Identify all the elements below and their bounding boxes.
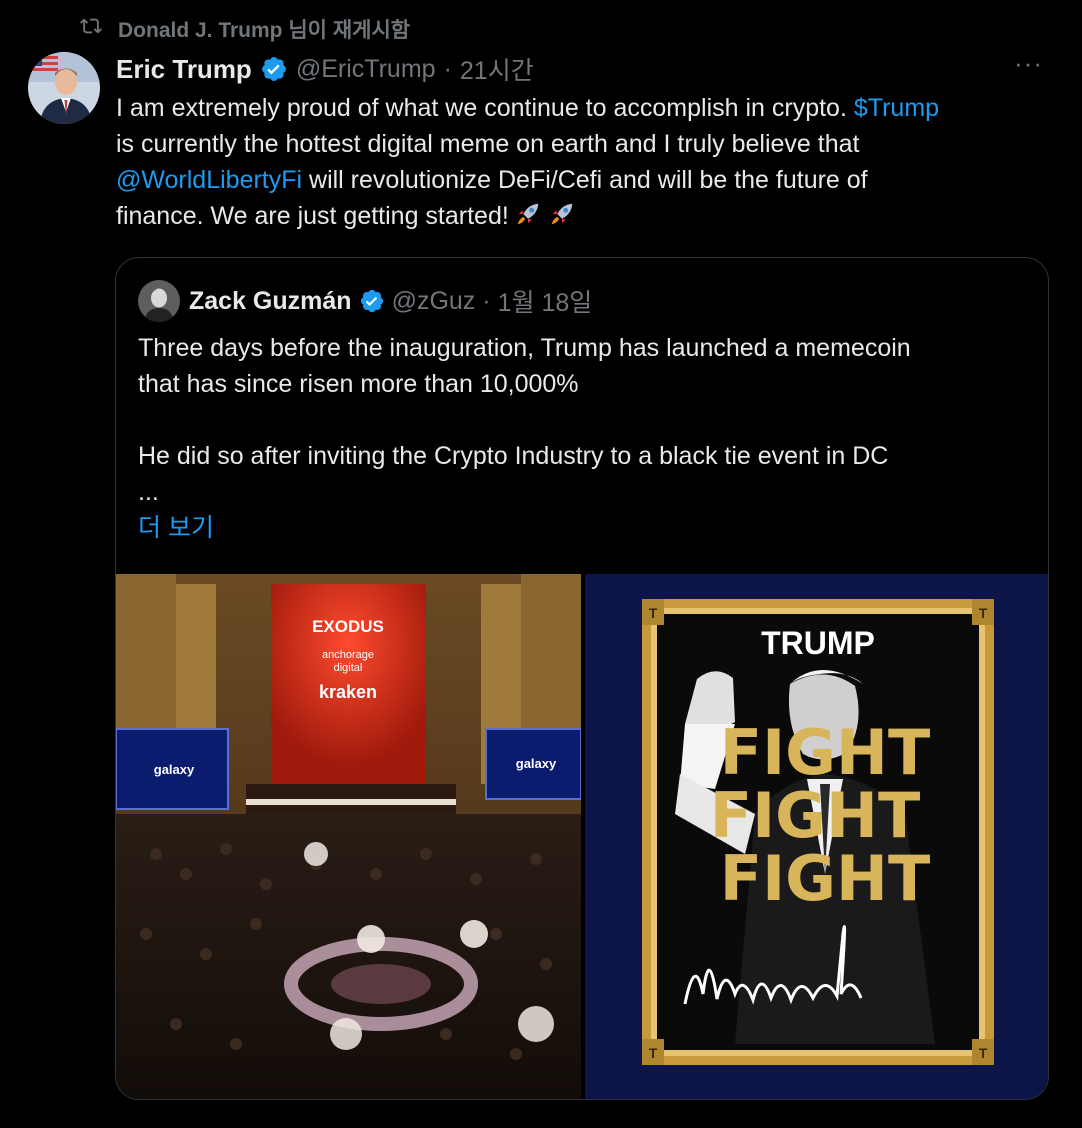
- banner-anchorage: anchorage: [322, 649, 374, 661]
- author-handle[interactable]: @EricTrump: [296, 55, 436, 84]
- rocket-emoji-icon: [513, 199, 543, 229]
- banner-exodus: EXODUS: [312, 617, 384, 636]
- more-options-icon[interactable]: ···: [1014, 50, 1046, 86]
- trump-poster[interactable]: T T T T TRUMP FIGHT FIGHT FIGHT: [585, 574, 1048, 1099]
- quote-line: [138, 402, 1018, 438]
- quote-line: that has since risen more than 10,000%: [138, 370, 579, 398]
- quoted-tweet[interactable]: Zack Guzmán @zGuz · 1월 18일 Three days be…: [115, 257, 1049, 1100]
- verified-badge-icon: [359, 288, 385, 314]
- frame-letter: T: [979, 605, 988, 621]
- quote-header: Zack Guzmán @zGuz · 1월 18일: [189, 284, 592, 318]
- tweet-line: I am extremely proud of what we continue…: [116, 94, 940, 122]
- rocket-emoji-icon: [547, 199, 577, 229]
- repost-indicator[interactable]: Donald J. Trump 님이 재게시함: [80, 14, 410, 44]
- quote-author-avatar[interactable]: [138, 280, 180, 322]
- quote-line: Three days before the inauguration, Trum…: [138, 334, 911, 362]
- quote-media: EXODUS anchorage digital kraken galaxy g…: [116, 574, 1048, 1099]
- author-name[interactable]: Eric Trump: [116, 54, 252, 85]
- screen-galaxy-right: galaxy: [516, 756, 557, 771]
- screen-galaxy-left: galaxy: [154, 762, 195, 777]
- tweet-actions: [116, 1118, 1056, 1128]
- frame-letter: T: [649, 605, 658, 621]
- tweet-line: @WorldLibertyFi will revolutionize DeFi/…: [116, 166, 868, 194]
- quote-body: Three days before the inauguration, Trum…: [138, 330, 1018, 546]
- frame-letter: T: [979, 1045, 988, 1061]
- poster-title: TRUMP: [761, 625, 875, 661]
- tweet-line: finance. We are just getting started!: [116, 198, 1056, 234]
- quote-line: ...: [138, 478, 159, 506]
- quote-author-name[interactable]: Zack Guzmán: [189, 287, 352, 316]
- tweet-time[interactable]: 21시간: [460, 51, 534, 87]
- repost-icon: [80, 15, 102, 43]
- cashtag-link[interactable]: $Trump: [854, 94, 939, 122]
- quote-date[interactable]: 1월 18일: [498, 283, 593, 319]
- gala-photo[interactable]: EXODUS anchorage digital kraken galaxy g…: [116, 574, 581, 1099]
- frame-letter: T: [649, 1045, 658, 1061]
- show-more-link[interactable]: 더 보기: [138, 510, 1018, 546]
- author-avatar[interactable]: [28, 52, 100, 124]
- tweet-header: Eric Trump @EricTrump · 21시간: [116, 52, 534, 86]
- quote-author-handle[interactable]: @zGuz: [392, 287, 476, 316]
- tweet-body: I am extremely proud of what we continue…: [116, 90, 1056, 234]
- tweet-line: is currently the hottest digital meme on…: [116, 130, 860, 158]
- mention-link[interactable]: @WorldLibertyFi: [116, 166, 302, 194]
- banner-kraken: kraken: [319, 682, 377, 702]
- separator-dot: ·: [482, 286, 491, 315]
- banner-digital: digital: [334, 662, 363, 674]
- separator-dot: ·: [443, 54, 452, 83]
- repost-text: Donald J. Trump 님이 재게시함: [118, 19, 411, 42]
- quote-line: He did so after inviting the Crypto Indu…: [138, 442, 889, 470]
- verified-badge-icon: [260, 55, 288, 83]
- poster-word: FIGHT: [720, 842, 931, 915]
